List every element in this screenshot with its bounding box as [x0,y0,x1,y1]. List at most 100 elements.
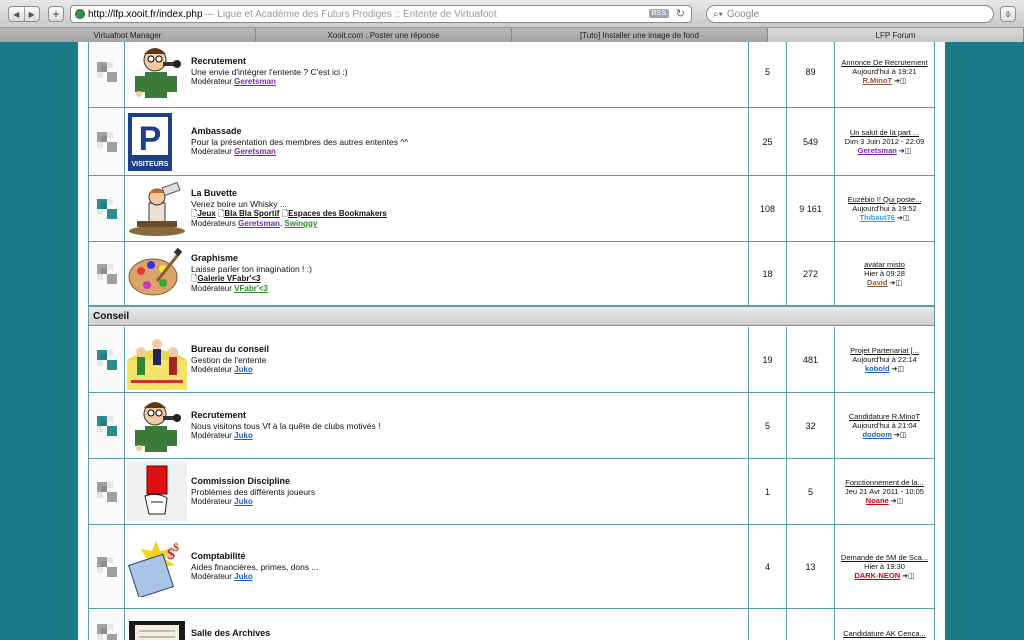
search-field[interactable]: ⌕▾ Google [706,5,994,23]
no-new-posts-icon [97,624,117,640]
forum-info-cell: Bureau du conseil Gestion de l'entente Mod… [189,327,749,392]
subforum-link[interactable]: Bla Bla Sportif [224,209,279,218]
browser-tab[interactable]: [Tuto] Installer une image de fond [512,28,768,42]
forum-title-link[interactable]: Comptabilité [191,551,748,562]
moderator-link[interactable]: Swinggy [284,219,317,228]
bookmarks-menu-icon[interactable]: ⌽ [1000,6,1016,22]
forum-image-cell [125,176,189,241]
go-to-post-icon[interactable]: ➔◫ [894,432,906,439]
last-post-topic-link[interactable]: avatar misto [864,260,905,269]
forum-status-cell [89,609,125,640]
last-post-topic-link[interactable]: Fonctionnement de la... [845,478,923,487]
recruit-icon[interactable] [127,396,187,456]
back-icon[interactable]: ◀ [9,7,24,21]
subforum-link[interactable]: Galerie VFabr'<3 [197,274,260,283]
last-post-topic-link[interactable]: Annonce De Recrutement [841,58,927,67]
topics-count [749,609,787,640]
last-post-date: Aujourd'hui à 21:04 [852,420,917,430]
forum-title-link[interactable]: Ambassade [191,126,748,137]
last-post-topic-link[interactable]: Candidature AK Cenca... [843,629,926,638]
forum-title-link[interactable]: Salle des Archives [191,628,748,639]
browser-tab[interactable]: Xooit.com : Poster une réponse [256,28,512,42]
red-card-icon[interactable] [127,461,187,522]
go-to-post-icon[interactable]: ➔◫ [889,280,901,287]
forum-status-cell [89,242,125,305]
last-post-date: Dim 3 Juin 2012 - 22:09 [844,136,925,146]
moderator-link[interactable]: Juko [234,365,253,374]
last-post-topic-link[interactable]: Euzébio !! Qui poste... [848,195,922,204]
go-to-post-icon[interactable]: ➔◫ [902,573,914,580]
last-post-topic-link[interactable]: Un salut de la part ... [850,128,919,137]
calculator-icon[interactable]: $ $ [127,537,187,597]
forum-title-link[interactable]: Recrutement [191,56,748,67]
category-header[interactable]: Conseil [89,306,934,326]
last-post-topic-link[interactable]: Demande de 5M de Sca... [841,553,928,562]
moderator-link[interactable]: Geretsman [234,147,276,156]
no-new-posts-icon [97,62,117,82]
subforum-list: 🗋Jeux 🗋Bla Bla Sportif 🗋Espaces des Book… [191,209,748,219]
last-post-author: dodoom ➔◫ [862,430,906,440]
council-icon[interactable] [127,330,187,390]
no-new-posts-icon [97,264,117,284]
forum-title-link[interactable]: Graphisme [191,253,748,264]
go-to-post-icon[interactable]: ➔◫ [897,215,909,222]
moderator-link[interactable]: Juko [234,497,253,506]
go-to-post-icon[interactable]: ➔◫ [894,78,906,85]
forum-info-cell: Graphisme Laisse parler ton imagination !… [189,242,749,305]
moderator-link[interactable]: Geretsman [234,77,276,86]
last-post-user-link[interactable]: R.MinoT [862,76,892,85]
forum-title-link[interactable]: Commission Discipline [191,476,748,487]
last-post-user-link[interactable]: David [867,278,887,287]
last-post-author: Geretsman ➔◫ [858,146,912,156]
add-bookmark-icon[interactable]: + [48,6,64,22]
browser-tab[interactable]: LFP Forum [768,28,1024,42]
topics-count: 19 [749,327,787,392]
last-post-user-link[interactable]: dodoom [862,430,892,439]
last-post-user-link[interactable]: Thibaut76 [860,213,895,222]
moderator-line: Modérateur Geretsman [191,147,276,156]
recruit-icon[interactable] [127,42,187,102]
forum-info-cell: La Buvette Venez boire un Whisky ... 🗋Jeux… [189,176,749,241]
last-post-user-link[interactable]: kobold [865,364,890,373]
moderator-link[interactable]: Juko [234,572,253,581]
forum-image-cell [125,242,189,305]
moderator-link[interactable]: Juko [234,431,253,440]
last-post-topic-link[interactable]: Candidature R.MinoT [849,412,920,421]
moderator-line: Modérateur Juko [191,497,253,506]
subforum-link[interactable]: Espaces des Bookmakers [288,209,387,218]
subforum-link[interactable]: Jeux [197,209,215,218]
go-to-post-icon[interactable]: ➔◫ [899,148,911,155]
forward-icon[interactable]: ▶ [23,7,40,21]
moderator-link[interactable]: VFabr'<3 [234,284,268,293]
go-to-post-icon[interactable]: ➔◫ [892,366,904,373]
topics-count: 25 [749,108,787,175]
last-post-user-link[interactable]: Geretsman [858,146,897,155]
last-post-user-link[interactable]: Noane [866,496,889,505]
posts-count: 5 [787,459,835,524]
new-posts-icon [97,416,117,436]
moderator-link[interactable]: Geretsman [238,219,280,228]
rss-button[interactable]: RSS [648,9,669,18]
forum-title-link[interactable]: Bureau du conseil [191,344,748,355]
last-post-date: Aujourd'hui à 19:21 [852,66,917,76]
forum-title-link[interactable]: La Buvette [191,188,748,199]
last-post-topic-link[interactable]: Projet Partenariat [... [850,346,919,355]
posts-count [787,609,835,640]
forum-info-cell: Recrutement Une envie d'intégrer l'entent… [189,42,749,107]
drinker-icon[interactable] [127,181,187,237]
browser-tab[interactable]: Virtuafoot Manager [0,28,256,42]
forum-description: Problèmes des différents joueurs [191,487,316,497]
forum-title-link[interactable]: Recrutement [191,410,748,421]
forum-row: Salle des Archives Candidature AK Cenca..… [89,609,934,640]
last-post-user-link[interactable]: DARK-NEON [854,571,900,580]
reload-icon[interactable]: ↻ [676,7,685,20]
go-to-post-icon[interactable]: ➔◫ [891,498,903,505]
archive-icon[interactable] [127,619,187,640]
palette-icon[interactable] [127,247,187,301]
moderator-line: Modérateur Juko [191,365,253,374]
address-bar[interactable]: http://lfp.xooit.fr/index.php — Ligue et… [70,5,692,23]
last-post-cell: Candidature R.MinoT Aujourd'hui à 21:04 do… [835,393,934,458]
topics-count: 108 [749,176,787,241]
parking-sign-icon[interactable]: P VISITEURS [127,112,187,172]
forum-row: Bureau du conseil Gestion de l'entente Mod… [89,327,934,393]
